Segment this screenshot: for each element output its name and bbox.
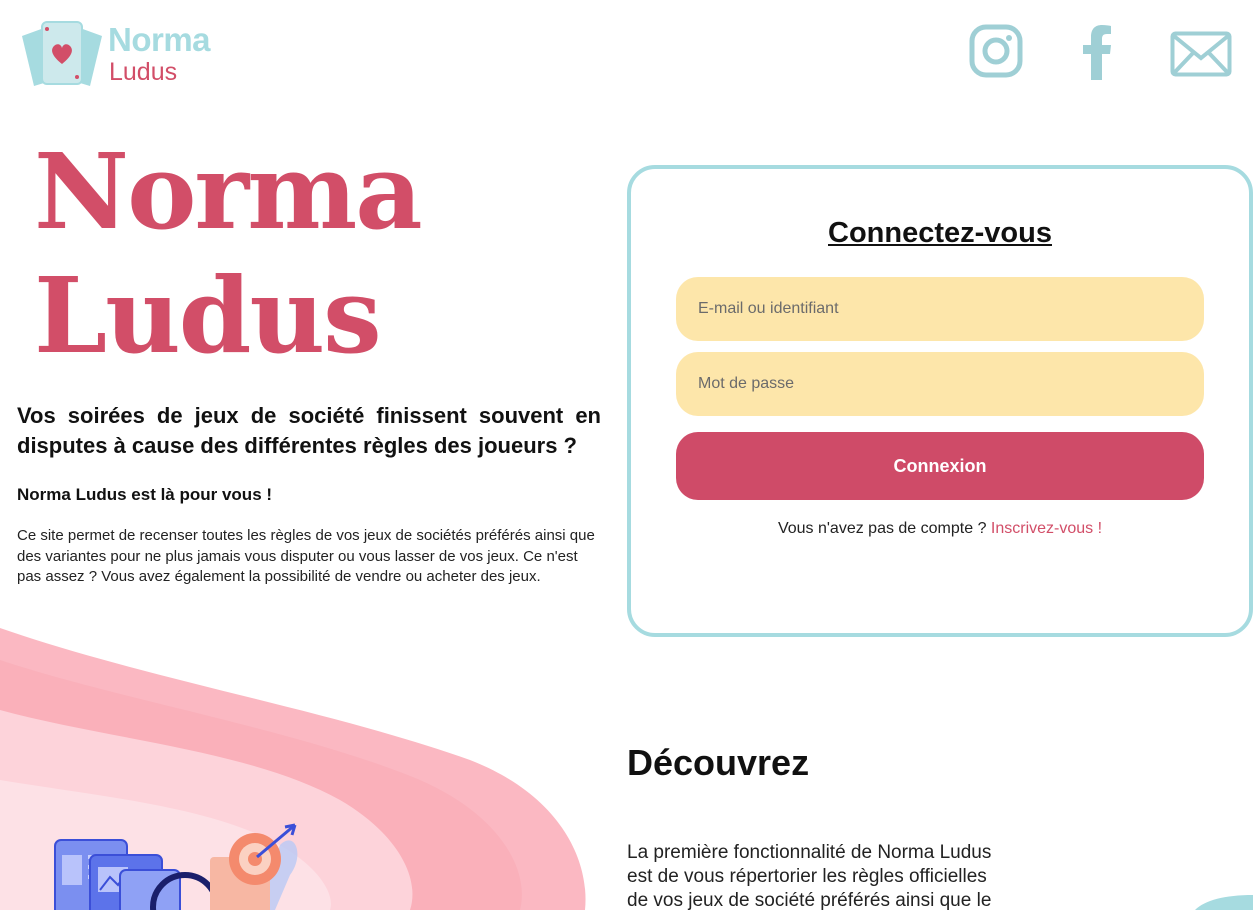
email-field[interactable] [676,277,1204,341]
playing-cards-logo-icon [22,21,102,86]
password-field[interactable] [676,352,1204,416]
login-card: Connectez-vous Connexion Vous n'avez pas… [627,165,1253,637]
signup-link[interactable]: Inscrivez-vous ! [991,520,1102,537]
hero-description: Ce site permet de recenser toutes les rè… [17,527,595,585]
hero-title: Norma Ludus [34,130,423,378]
logo-title: Norma [108,21,211,58]
hero-tagline: Vos soirées de jeux de société finissent… [17,403,601,458]
logo-subtitle: Ludus [109,58,178,86]
hero-lead: Norma Ludus est là pour vous ! [17,485,273,504]
facebook-link[interactable] [1082,24,1112,80]
site-logo[interactable]: Norma Ludus [20,20,211,88]
login-title: Connectez-vous [828,217,1052,249]
decorative-corner-shape [1195,895,1253,910]
hero-title-line2: Ludus [34,254,382,377]
analytics-illustration [54,823,298,910]
signup-prompt: Vous n'avez pas de compte ? Inscrivez-vo… [631,520,1249,538]
discover-title: Découvrez [627,742,810,783]
instagram-icon [969,24,1023,78]
hero-title-line1: Norma [34,130,423,253]
discover-text: La première fonctionnalité de Norma Ludu… [627,842,992,910]
page: Norma Ludus Norma Ludus Vos soirées de j… [0,0,1253,910]
no-account-text: Vous n'avez pas de compte ? [777,520,991,537]
instagram-link[interactable] [969,24,1023,78]
facebook-icon [1083,25,1111,80]
mail-icon [1170,31,1232,77]
mail-link[interactable] [1170,31,1232,77]
login-button[interactable]: Connexion [676,432,1204,500]
